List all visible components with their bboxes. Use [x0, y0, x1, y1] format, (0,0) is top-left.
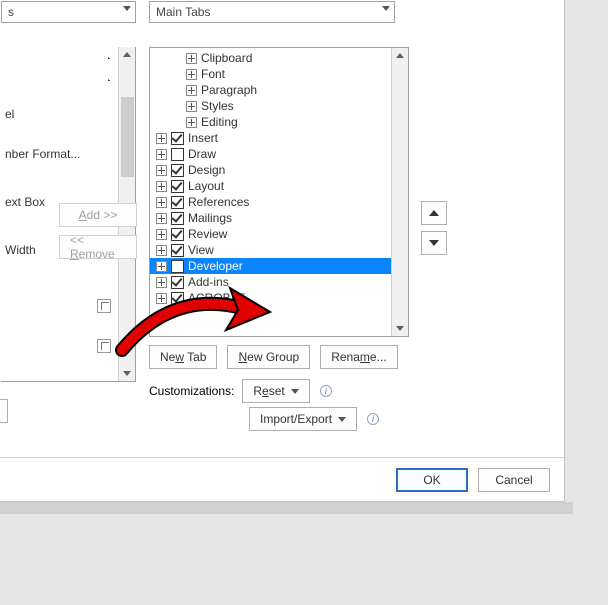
checkbox[interactable]	[171, 148, 184, 161]
rename-button[interactable]: Rename...Rename...	[320, 345, 397, 369]
move-up-button[interactable]	[421, 201, 447, 225]
checkbox[interactable]	[171, 212, 184, 225]
expand-icon[interactable]	[156, 261, 167, 272]
expand-icon[interactable]	[156, 181, 167, 192]
chevron-down-icon	[382, 6, 390, 11]
expand-icon[interactable]	[156, 293, 167, 304]
ribbon-scope-value: Main Tabs	[156, 5, 210, 19]
choose-commands-value: s	[8, 5, 14, 19]
expand-icon[interactable]	[186, 85, 197, 96]
cancel-button[interactable]: Cancel	[478, 468, 550, 492]
list-item[interactable]: nber Format...	[1, 141, 135, 167]
tree-item[interactable]: View	[150, 242, 408, 258]
expand-icon[interactable]	[156, 213, 167, 224]
tree-item[interactable]: Paragraph	[150, 82, 408, 98]
remove-button[interactable]: << Remove	[59, 235, 137, 259]
tree-item[interactable]: Clipboard	[150, 50, 408, 66]
scroll-thumb[interactable]	[121, 97, 134, 177]
checkbox[interactable]	[171, 196, 184, 209]
list-item[interactable]	[1, 69, 135, 81]
tree-item[interactable]: Add-ins	[150, 274, 408, 290]
checkbox[interactable]	[171, 244, 184, 257]
expand-icon[interactable]	[186, 53, 197, 64]
choose-commands-dropdown[interactable]: s	[1, 1, 136, 23]
spacing-icon	[97, 339, 111, 353]
scroll-up-icon[interactable]	[396, 53, 404, 58]
chevron-down-icon	[123, 6, 131, 11]
expand-icon[interactable]	[156, 149, 167, 160]
new-group-button[interactable]: New GroupNew Group	[227, 345, 310, 369]
reset-dropdown[interactable]: ResetReset	[242, 379, 309, 403]
list-item[interactable]: el	[1, 101, 135, 127]
tree-item[interactable]: Developer	[150, 258, 408, 274]
add-button[interactable]: AAdd >>dd >>	[59, 203, 137, 227]
checkbox[interactable]	[171, 132, 184, 145]
scrollbar[interactable]	[391, 48, 408, 336]
checkbox[interactable]	[171, 292, 184, 305]
info-icon[interactable]: i	[367, 413, 379, 425]
tree-item[interactable]: Editing	[150, 114, 408, 130]
submenu-arrow-icon	[108, 79, 113, 81]
expand-icon[interactable]	[156, 133, 167, 144]
tree-item[interactable]: Styles	[150, 98, 408, 114]
expand-icon[interactable]	[156, 277, 167, 288]
chevron-down-icon	[291, 389, 299, 394]
expand-icon[interactable]	[186, 101, 197, 112]
arrow-down-icon	[429, 240, 439, 246]
list-item[interactable]	[1, 47, 135, 59]
tree-item[interactable]: Font	[150, 66, 408, 82]
checkbox[interactable]	[171, 228, 184, 241]
tree-item[interactable]: Design	[150, 162, 408, 178]
expand-icon[interactable]	[156, 165, 167, 176]
import-export-dropdown[interactable]: Import/ExportImport/Export	[249, 407, 357, 431]
chevron-down-icon	[338, 417, 346, 422]
tree-item[interactable]: Layout	[150, 178, 408, 194]
options-dialog: from: i s el nber Format... ext Box Widt…	[0, 0, 565, 502]
tree-item[interactable]: Mailings	[150, 210, 408, 226]
expand-icon[interactable]	[156, 245, 167, 256]
tree-item[interactable]: References	[150, 194, 408, 210]
new-tab-button[interactable]: New TabNew Tab	[149, 345, 217, 369]
expand-icon[interactable]	[156, 229, 167, 240]
tree-item[interactable]: Insert	[150, 130, 408, 146]
tree-item[interactable]: Draw	[150, 146, 408, 162]
scroll-down-icon[interactable]	[123, 371, 131, 376]
ribbon-tree[interactable]: ClipboardFontParagraphStylesEditingInser…	[149, 47, 409, 337]
ok-button[interactable]: OK	[396, 468, 468, 492]
checkbox[interactable]	[171, 180, 184, 193]
customizations-label: Customizations:	[149, 384, 234, 398]
tree-item[interactable]: ACROBAT	[150, 290, 408, 306]
arrow-up-icon	[429, 210, 439, 216]
ribbon-scope-dropdown[interactable]: Main Tabs	[149, 1, 395, 23]
expand-icon[interactable]	[156, 197, 167, 208]
scroll-up-icon[interactable]	[123, 52, 131, 57]
tree-item[interactable]: Review	[150, 226, 408, 242]
checkbox[interactable]	[171, 164, 184, 177]
move-down-button[interactable]	[421, 231, 447, 255]
dialog-footer: OK Cancel	[0, 457, 566, 501]
spacing-icon	[97, 299, 111, 313]
expand-icon[interactable]	[186, 117, 197, 128]
submenu-arrow-icon	[108, 57, 113, 59]
checkbox[interactable]	[171, 260, 184, 273]
expand-icon[interactable]	[186, 69, 197, 80]
scroll-down-icon[interactable]	[396, 326, 404, 331]
customize-button[interactable]: Customize...	[0, 399, 8, 423]
checkbox[interactable]	[171, 276, 184, 289]
info-icon[interactable]: i	[320, 385, 332, 397]
